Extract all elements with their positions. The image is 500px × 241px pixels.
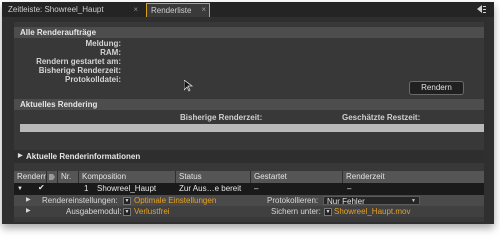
ram-label: RAM: (100, 48, 121, 57)
panel-menu-icon[interactable] (477, 5, 486, 14)
render-settings-dropdown-icon[interactable]: ▼ (123, 197, 131, 205)
render-settings-label: Rendereinstellungen: (42, 196, 118, 205)
output-module-row: ▶ Ausgabemodul: ▼ Verlustfrei Sichern un… (14, 206, 484, 217)
column-render-time[interactable]: Renderzeit (343, 171, 484, 183)
save-to-label: Sichern unter: (271, 207, 321, 216)
save-to-dropdown-icon[interactable]: ▼ (324, 208, 332, 216)
tab-close-icon[interactable]: × (201, 3, 206, 17)
log-select-value: Nur Fehler (327, 197, 365, 206)
all-renders-info: Meldung: RAM: Rendern gestartet am: Bish… (14, 39, 121, 89)
row-expand-icon[interactable]: ▼ (17, 183, 23, 195)
log-file-label: Protokolldatei: (64, 75, 121, 84)
disclosure-triangle-icon[interactable]: ▶ (18, 150, 23, 163)
current-elapsed-label: Bisherige Renderzeit: (180, 113, 263, 122)
column-number[interactable]: Nr. (58, 171, 79, 183)
tab-timeline-label: Zeitleiste: Showreel_Haupt (8, 5, 104, 14)
row-status: Zur Aus…e bereit (179, 184, 242, 193)
render-button[interactable]: Rendern (409, 81, 464, 95)
log-label: Protokollieren: (267, 196, 319, 205)
panel-tab-bar: Zeitleiste: Showreel_Haupt × Renderliste… (2, 2, 494, 17)
elapsed-time-label: Bisherige Renderzeit: (38, 66, 121, 75)
output-module-expand-icon[interactable]: ▶ (26, 206, 31, 217)
output-module-dropdown-icon[interactable]: ▼ (123, 208, 131, 216)
column-status[interactable]: Status (176, 171, 251, 183)
row-composition: Showreel_Haupt (97, 184, 157, 193)
output-module-value[interactable]: Verlustfrei (134, 206, 170, 217)
render-settings-expand-icon[interactable]: ▶ (26, 195, 31, 206)
log-select[interactable]: Nur Fehler ▼ (323, 196, 420, 206)
render-progress-bar (20, 124, 484, 132)
all-renders-header: Alle Renderaufträge (14, 27, 484, 38)
tab-render-queue[interactable]: Renderliste × (146, 3, 210, 17)
row-started: – (254, 184, 259, 193)
remaining-time-label: Geschätzte Restzeit: (342, 113, 421, 122)
row-render-time: – (347, 184, 352, 193)
render-queue-content: Alle Renderaufträge Meldung: RAM: Render… (14, 22, 484, 222)
tag-icon (49, 174, 55, 180)
current-render-info-label: Aktuelle Renderinformationen (26, 152, 141, 161)
column-composition[interactable]: Komposition (79, 171, 176, 183)
save-to-value[interactable]: Showreel_Haupt.mov (334, 206, 410, 217)
render-settings-value[interactable]: Optimale Einstellungen (134, 195, 216, 206)
tab-render-queue-label: Renderliste (151, 6, 192, 15)
queue-header-row: Rendern Nr. Komposition Status Gestartet… (14, 171, 484, 183)
message-label: Meldung: (85, 39, 121, 48)
output-module-label: Ausgabemodul: (66, 207, 122, 216)
render-queue-table: Rendern Nr. Komposition Status Gestartet… (14, 171, 484, 222)
column-render[interactable]: Rendern (14, 171, 47, 183)
render-checkbox[interactable]: ✔ (38, 183, 45, 192)
current-render-header: Aktuelles Rendering (14, 99, 484, 110)
column-tag[interactable] (47, 171, 58, 183)
queue-row[interactable]: ▼ ✔ 1 Showreel_Haupt Zur Aus…e bereit – … (14, 183, 484, 195)
render-queue-panel: Zeitleiste: Showreel_Haupt × Renderliste… (2, 2, 494, 224)
current-render-info-header[interactable]: ▶ Aktuelle Renderinformationen (14, 150, 484, 163)
tab-timeline[interactable]: Zeitleiste: Showreel_Haupt × (2, 3, 144, 17)
mouse-cursor-icon (184, 80, 193, 92)
column-started[interactable]: Gestartet (251, 171, 343, 183)
render-started-label: Rendern gestartet am: (36, 57, 121, 66)
row-number: 1 (84, 184, 89, 193)
tab-close-icon[interactable]: × (133, 3, 138, 17)
chevron-down-icon: ▼ (411, 198, 416, 204)
render-settings-row: ▶ Rendereinstellungen: ▼ Optimale Einste… (14, 195, 484, 206)
